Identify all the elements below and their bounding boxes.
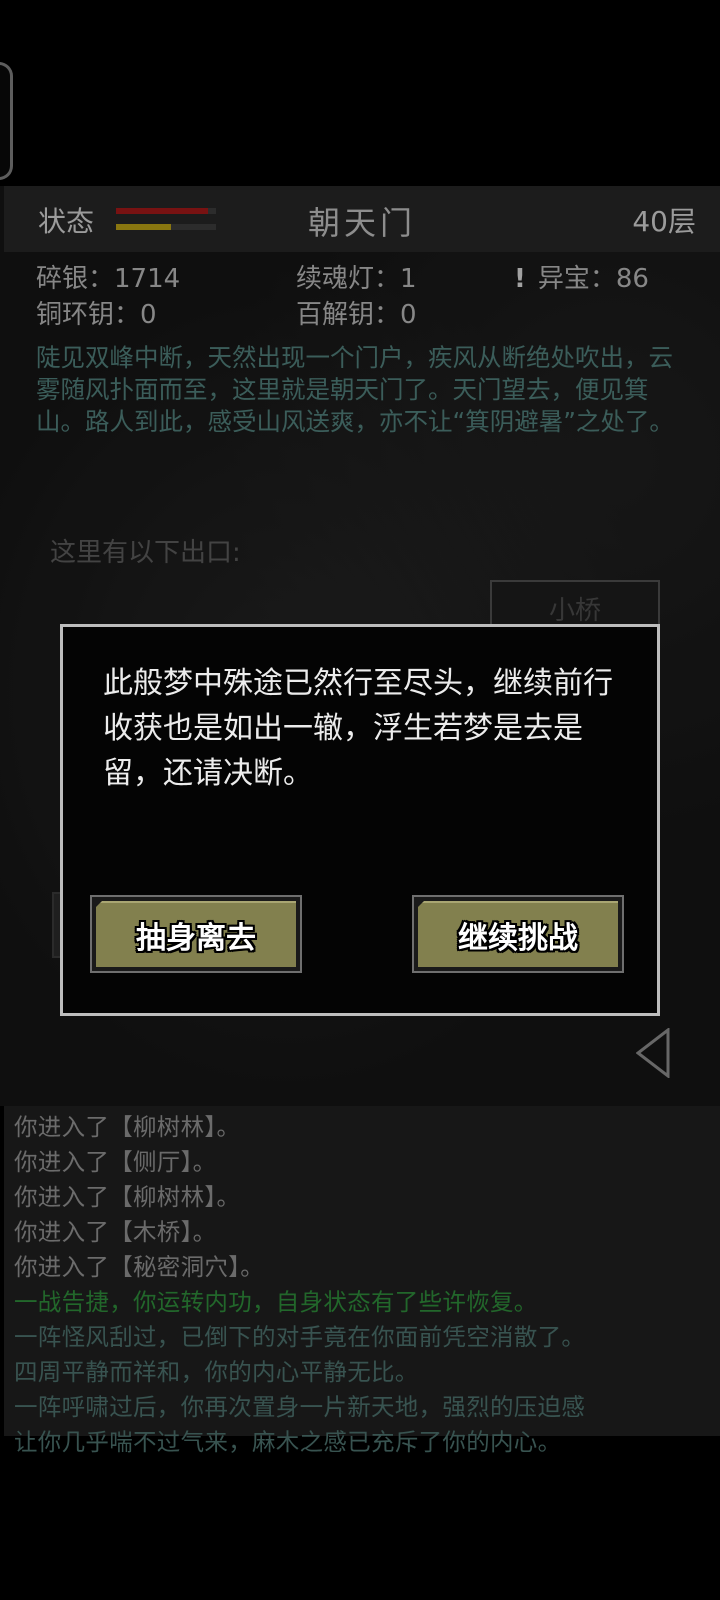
button-corner-notch: [414, 897, 428, 911]
leave-button-label: 抽身离去: [96, 901, 296, 967]
continue-button-label: 继续挑战: [418, 901, 618, 967]
button-corner-notch: [92, 897, 106, 911]
decision-dialog: 此般梦中殊途已然行至尽头，继续前行收获也是如出一辙，浮生若梦是去是留，还请决断。…: [60, 624, 660, 1016]
leave-button[interactable]: 抽身离去: [90, 895, 302, 973]
dialog-message: 此般梦中殊途已然行至尽头，继续前行收获也是如出一辙，浮生若梦是去是留，还请决断。: [103, 666, 613, 791]
continue-challenge-button[interactable]: 继续挑战: [412, 895, 624, 973]
